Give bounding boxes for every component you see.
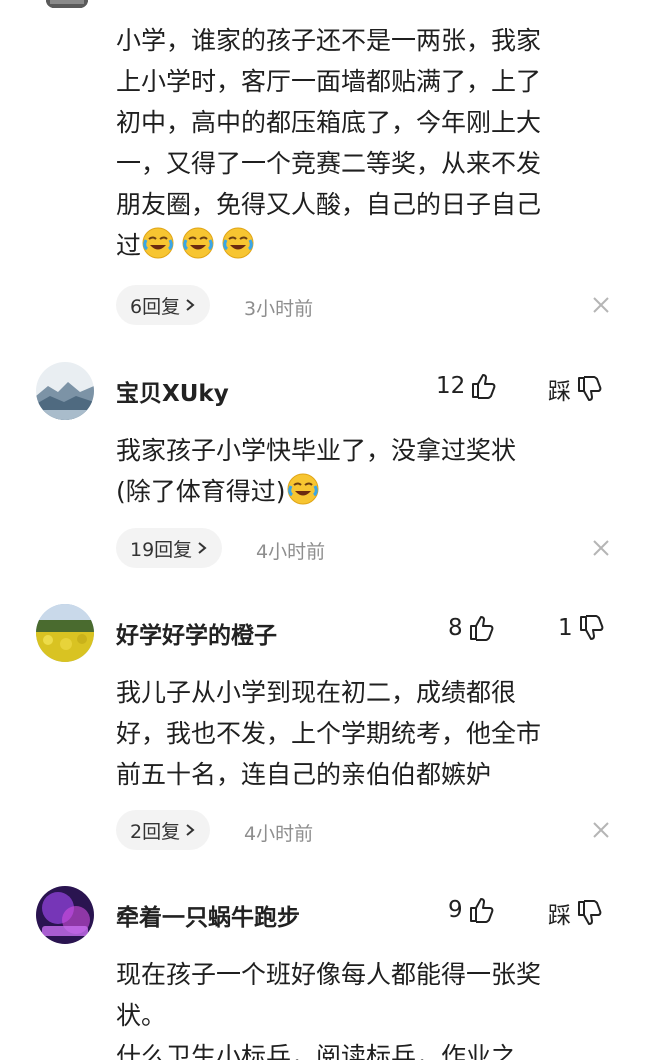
replies-button[interactable]: 6回复 [116, 285, 211, 325]
comment-line: (除了体育得过) [116, 477, 286, 506]
chevron-right-icon [196, 541, 208, 555]
dislike-count: 1 [558, 615, 573, 641]
avatar[interactable] [36, 604, 94, 662]
close-icon[interactable] [590, 819, 612, 841]
thumbs-up-icon [469, 372, 497, 400]
comment-last-line: 过 [116, 225, 616, 266]
crying-laughing-emoji-icon [221, 226, 255, 260]
comment-line: 过 [116, 231, 142, 260]
comment-last-line: (除了体育得过) [116, 471, 616, 512]
comment-text: 我家孩子小学快毕业了，没拿过奖状 (除了体育得过) [116, 430, 616, 512]
thumbs-down-icon [575, 899, 603, 927]
avatar[interactable] [36, 362, 94, 420]
replies-count: 2回复 [130, 820, 181, 843]
like-button[interactable]: 9 [448, 896, 495, 924]
comment-line: 上小学时，客厅一面墙都贴满了，上了 [116, 67, 542, 96]
thumbs-down-icon [577, 614, 605, 642]
crying-laughing-emoji-icon [181, 226, 215, 260]
chevron-right-icon [184, 298, 196, 312]
dislike-label: 踩 [548, 379, 571, 405]
replies-count: 19回复 [130, 538, 193, 561]
comment-feed: 小学，谁家的孩子还不是一两张，我家 上小学时，客厅一面墙都贴满了，上了 初中，高… [0, 0, 650, 1060]
dislike-label: 踩 [548, 903, 571, 929]
like-count: 8 [448, 615, 463, 641]
like-button[interactable]: 12 [436, 372, 497, 400]
like-button[interactable]: 8 [448, 614, 495, 642]
comment-line: 好，我也不发，上个学期统考，他全市 [116, 719, 542, 748]
username[interactable]: 宝贝XUky [116, 374, 229, 408]
replies-button[interactable]: 2回复 [116, 810, 211, 850]
chevron-right-icon [184, 823, 196, 837]
comment-line: 状。 [116, 1001, 167, 1030]
comment-line: 朋友圈，免得又人酸，自己的日子自己 [116, 190, 542, 219]
comment-time: 4小时前 [256, 541, 326, 563]
comment-text: 小学，谁家的孩子还不是一两张，我家 上小学时，客厅一面墙都贴满了，上了 初中，高… [116, 20, 616, 266]
comment-time: 4小时前 [244, 823, 314, 845]
comment-line: 我儿子从小学到现在初二，成绩都很 [116, 678, 517, 707]
crying-laughing-emoji-icon [286, 472, 320, 506]
comment-line: 我家孩子小学快毕业了，没拿过奖状 [116, 436, 517, 465]
replies-count: 6回复 [130, 295, 181, 318]
replies-button[interactable]: 19回复 [116, 528, 223, 568]
comment-text: 我儿子从小学到现在初二，成绩都很 好，我也不发，上个学期统考，他全市 前五十名，… [116, 672, 616, 795]
comment-line: 前五十名，连自己的亲伯伯都嫉妒 [116, 760, 492, 789]
close-icon[interactable] [590, 294, 612, 316]
comment-line: 现在孩子一个班好像每人都能得一张奖 [116, 960, 542, 989]
dislike-button[interactable]: 踩 [548, 896, 603, 930]
comment-text: 现在孩子一个班好像每人都能得一张奖 状。 什么卫生小标兵，阅读标兵，作业之 [116, 954, 616, 1060]
username[interactable]: 牵着一只蜗牛跑步 [116, 898, 300, 932]
dislike-button[interactable]: 1 [558, 614, 605, 642]
comment-line: 初中，高中的都压箱底了，今年刚上大 [116, 108, 542, 137]
dislike-button[interactable]: 踩 [548, 372, 603, 406]
username[interactable]: 好学好学的橙子 [116, 616, 277, 650]
close-icon[interactable] [590, 537, 612, 559]
comment-line: 什么卫生小标兵，阅读标兵，作业之 [116, 1042, 517, 1060]
thumbs-down-icon [575, 375, 603, 403]
comment-line: 小学，谁家的孩子还不是一两张，我家 [116, 26, 542, 55]
avatar[interactable] [36, 886, 94, 944]
thumbs-up-icon [467, 896, 495, 924]
comment-time: 3小时前 [244, 298, 314, 320]
comment-line: 一，又得了一个竞赛二等奖，从来不发 [116, 149, 542, 178]
avatar[interactable] [46, 0, 88, 8]
like-count: 12 [436, 373, 466, 399]
crying-laughing-emoji-icon [141, 226, 175, 260]
like-count: 9 [448, 897, 463, 923]
thumbs-up-icon [467, 614, 495, 642]
